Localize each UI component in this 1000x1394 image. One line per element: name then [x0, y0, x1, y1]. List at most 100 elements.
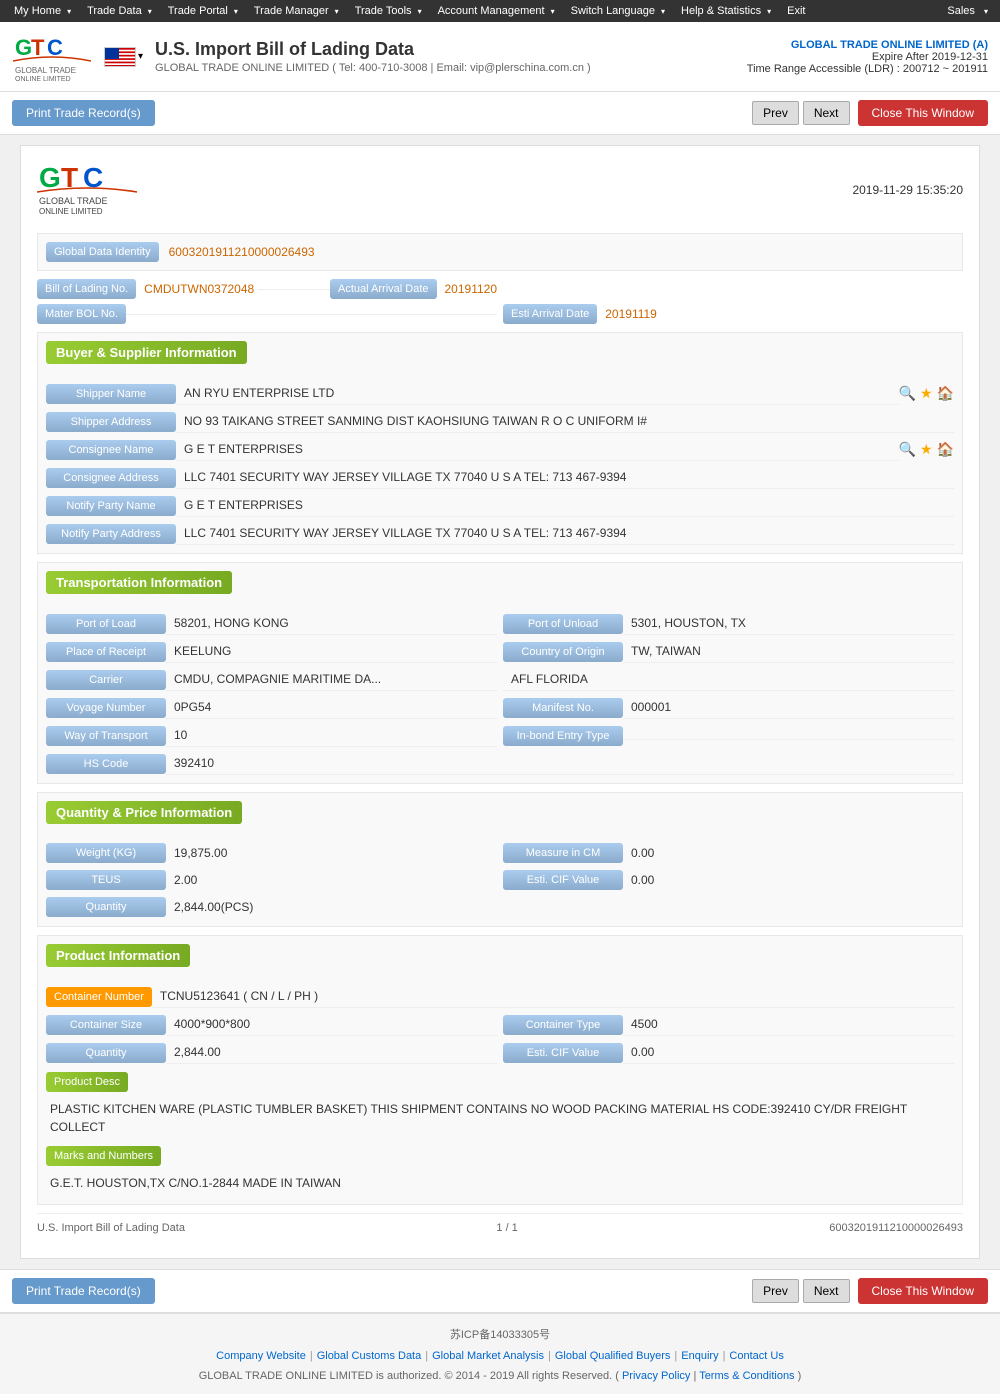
- esti-cif-row: Esti. CIF Value 0.00: [503, 869, 954, 891]
- shipper-star-icon[interactable]: ★: [920, 385, 933, 402]
- nav-sales[interactable]: Sales ▾: [947, 5, 992, 17]
- buyer-supplier-section-label: Buyer & Supplier Information: [46, 341, 247, 364]
- global-data-identity-value: 6003201911210000026493: [159, 245, 315, 259]
- port-of-unload-row: Port of Unload 5301, HOUSTON, TX: [503, 612, 954, 635]
- company-logo: G T C GLOBAL TRADE ONLINE LIMITED: [12, 32, 92, 82]
- consignee-address-label: Consignee Address: [46, 468, 176, 488]
- svg-text:C: C: [47, 35, 63, 60]
- svg-text:GLOBAL TRADE: GLOBAL TRADE: [15, 66, 76, 75]
- consignee-search-icon[interactable]: 🔍: [899, 441, 916, 458]
- transportation-section: Transportation Information Port of Load …: [37, 562, 963, 784]
- quantity-row: Quantity 2,844.00(PCS): [46, 896, 954, 918]
- marks-numbers-label: Marks and Numbers: [46, 1146, 161, 1166]
- hs-code-value: 392410: [166, 752, 954, 775]
- esti-cif-value: 0.00: [623, 869, 954, 891]
- header-subtitle: GLOBAL TRADE ONLINE LIMITED ( Tel: 400-7…: [155, 62, 747, 74]
- chevron-down-icon: ▾: [148, 7, 152, 16]
- consignee-address-value: LLC 7401 SECURITY WAY JERSEY VILLAGE TX …: [176, 466, 954, 489]
- measure-cm-row: Measure in CM 0.00: [503, 842, 954, 864]
- doc-date: 2019-11-29 15:35:20: [852, 183, 963, 197]
- doc-header: G T C GLOBAL TRADE ONLINE LIMITED 2019-1…: [37, 162, 963, 217]
- prod-qty-cif-row: Quantity 2,844.00 Esti. CIF Value 0.00: [46, 1041, 954, 1064]
- container-type-label: Container Type: [503, 1015, 623, 1035]
- chevron-down-icon: ▾: [418, 7, 422, 16]
- bottom-nav-buttons: Prev Next: [752, 1279, 849, 1303]
- carrier-dest-row: AFL FLORIDA: [503, 668, 954, 691]
- svg-text:G: G: [15, 35, 32, 60]
- footer-terms-conditions[interactable]: Terms & Conditions: [699, 1370, 794, 1382]
- footer-company-website[interactable]: Company Website: [216, 1350, 306, 1362]
- doc-logo: G T C GLOBAL TRADE ONLINE LIMITED: [37, 162, 167, 217]
- footer-privacy-policy[interactable]: Privacy Policy: [622, 1370, 690, 1382]
- actual-arrival-date-label: Actual Arrival Date: [330, 279, 436, 299]
- shipper-home-icon[interactable]: 🏠: [937, 385, 954, 402]
- consignee-name-label: Consignee Name: [46, 440, 176, 460]
- consignee-star-icon[interactable]: ★: [920, 441, 933, 458]
- nav-switch-language[interactable]: Switch Language ▾: [565, 0, 675, 22]
- footer-global-qualified-buyers[interactable]: Global Qualified Buyers: [555, 1350, 671, 1362]
- chevron-down-icon: ▾: [984, 7, 988, 16]
- bol-grid: Bill of Lading No. CMDUTWN0372048 Actual…: [37, 279, 963, 324]
- shipper-name-label: Shipper Name: [46, 384, 176, 404]
- next-button[interactable]: Next: [803, 101, 850, 125]
- prod-esti-cif-label: Esti. CIF Value: [503, 1043, 623, 1063]
- shipper-search-icon[interactable]: 🔍: [899, 385, 916, 402]
- in-bond-entry-type-label: In-bond Entry Type: [503, 726, 623, 746]
- port-of-load-value: 58201, HONG KONG: [166, 612, 497, 635]
- esti-cif-label: Esti. CIF Value: [503, 870, 623, 890]
- bottom-next-button[interactable]: Next: [803, 1279, 850, 1303]
- nav-trade-tools[interactable]: Trade Tools ▾: [349, 0, 432, 22]
- prev-button[interactable]: Prev: [752, 101, 799, 125]
- nav-trade-data[interactable]: Trade Data ▾: [81, 0, 162, 22]
- prod-quantity-value: 2,844.00: [166, 1041, 497, 1064]
- nav-trade-manager[interactable]: Trade Manager ▾: [248, 0, 349, 22]
- footer-contact-us[interactable]: Contact Us: [729, 1350, 783, 1362]
- print-button[interactable]: Print Trade Record(s): [12, 100, 155, 126]
- container-size-type-row: Container Size 4000*900*800 Container Ty…: [46, 1013, 954, 1036]
- port-of-unload-value: 5301, HOUSTON, TX: [623, 612, 954, 635]
- mater-bol-label: Mater BOL No.: [37, 304, 126, 324]
- nav-my-home[interactable]: My Home ▾: [8, 0, 81, 22]
- container-size-label: Container Size: [46, 1015, 166, 1035]
- nav-trade-portal[interactable]: Trade Portal ▾: [162, 0, 248, 22]
- notify-party-address-value: LLC 7401 SECURITY WAY JERSEY VILLAGE TX …: [176, 522, 954, 545]
- main-content: G T C GLOBAL TRADE ONLINE LIMITED 2019-1…: [20, 145, 980, 1259]
- teus-label: TEUS: [46, 870, 166, 890]
- logo-area: G T C GLOBAL TRADE ONLINE LIMITED: [12, 32, 155, 82]
- header-title-area: U.S. Import Bill of Lading Data GLOBAL T…: [155, 39, 747, 74]
- flag-area[interactable]: ▾: [104, 47, 143, 67]
- footer-links: Company Website | Global Customs Data | …: [12, 1346, 988, 1366]
- hs-code-label: HS Code: [46, 754, 166, 774]
- mater-bol-row: Mater BOL No.: [37, 304, 497, 324]
- footer-global-customs-data[interactable]: Global Customs Data: [317, 1350, 422, 1362]
- footer-enquiry[interactable]: Enquiry: [681, 1350, 718, 1362]
- nav-exit[interactable]: Exit: [781, 0, 815, 22]
- prod-quantity-label: Quantity: [46, 1043, 166, 1063]
- quantity-value: 2,844.00(PCS): [166, 896, 954, 918]
- consignee-icons: 🔍 ★ 🏠: [899, 441, 954, 458]
- global-data-row: Global Data Identity 6003201911210000026…: [37, 233, 963, 271]
- consignee-home-icon[interactable]: 🏠: [937, 441, 954, 458]
- bottom-print-button[interactable]: Print Trade Record(s): [12, 1278, 155, 1304]
- nav-help-statistics[interactable]: Help & Statistics ▾: [675, 0, 781, 22]
- svg-text:T: T: [31, 35, 45, 60]
- product-section: Product Information Container Number TCN…: [37, 935, 963, 1205]
- close-button[interactable]: Close This Window: [858, 100, 988, 126]
- footer-global-market-analysis[interactable]: Global Market Analysis: [432, 1350, 544, 1362]
- quantity-label: Quantity: [46, 897, 166, 917]
- icp-number: 苏ICP备14033305号: [12, 1322, 988, 1346]
- bottom-prev-button[interactable]: Prev: [752, 1279, 799, 1303]
- manifest-no-label: Manifest No.: [503, 698, 623, 718]
- shipper-address-label: Shipper Address: [46, 412, 176, 432]
- place-of-receipt-value: KEELUNG: [166, 640, 497, 663]
- flag-dropdown-icon[interactable]: ▾: [138, 51, 143, 62]
- shipper-icons: 🔍 ★ 🏠: [899, 385, 954, 402]
- country-of-origin-label: Country of Origin: [503, 642, 623, 662]
- carrier-row: Carrier CMDU, COMPAGNIE MARITIME DA... A…: [46, 668, 954, 691]
- bottom-close-button[interactable]: Close This Window: [858, 1278, 988, 1304]
- nav-account-management[interactable]: Account Management ▾: [432, 0, 565, 22]
- doc-footer-right: 6003201911210000026493: [829, 1222, 963, 1234]
- voyage-number-label: Voyage Number: [46, 698, 166, 718]
- voyage-number-row: Voyage Number 0PG54: [46, 696, 497, 719]
- bottom-toolbar: Print Trade Record(s) Prev Next Close Th…: [0, 1269, 1000, 1312]
